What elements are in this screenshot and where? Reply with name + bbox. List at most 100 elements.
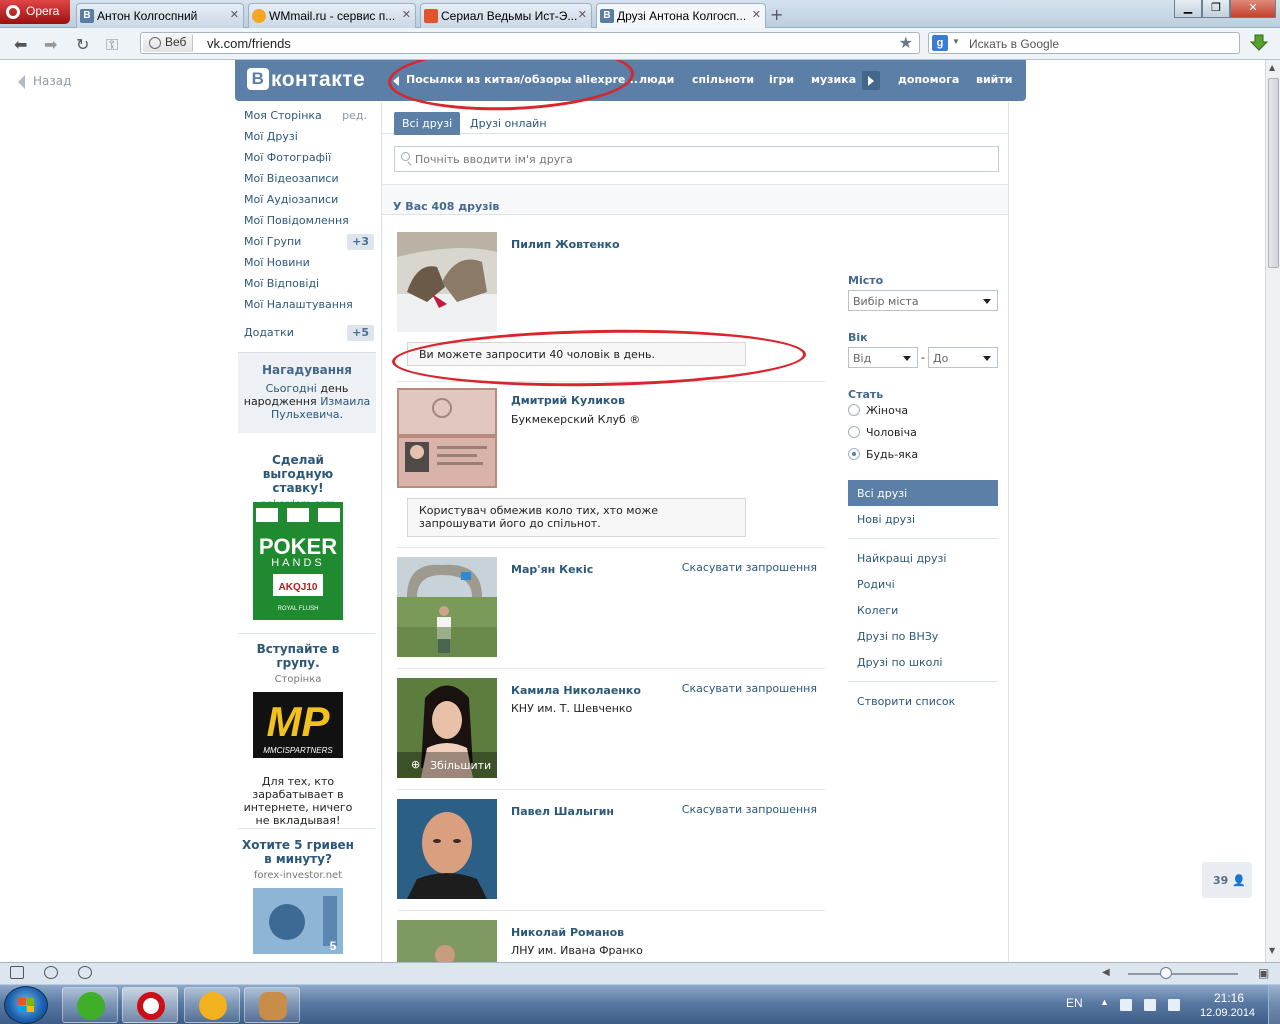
friend-name[interactable]: Павел Шалыгин [511,805,614,818]
friend-name[interactable]: Камила Николаенко [511,684,641,697]
gender-male-radio[interactable]: Чоловіча [848,426,917,439]
edit-link[interactable]: ред. [342,109,367,122]
new-tab-button[interactable]: + [770,5,783,24]
zoom-menu-icon[interactable]: ▣ [1258,966,1269,980]
ad-mmcis[interactable]: Вступайте в групу. Сторінка [238,642,358,685]
chat-button[interactable]: 39 👤 [1202,862,1252,898]
reload-icon[interactable]: ↻ [76,35,89,54]
vk-logo[interactable]: Вконтакте [247,68,365,92]
friend-photo[interactable] [397,799,497,899]
list-new-friends[interactable]: Нові друзі [848,506,998,532]
menu-my-settings[interactable]: Мої Налаштування [238,295,376,316]
today-link[interactable]: Сьогодні [266,382,317,395]
nav-communities[interactable]: спільноти [692,73,754,86]
friend-photo[interactable] [397,388,497,488]
tab-all-friends[interactable]: Всі друзі [394,112,461,135]
zoom-out-icon[interactable]: ◀ [1102,967,1110,978]
back-link[interactable]: Назад [18,74,71,89]
scroll-down-icon[interactable]: ▼ [1269,946,1275,955]
page-scrollbar[interactable]: ▲ ▼ [1265,60,1280,962]
list-school-friends[interactable]: Друзі по школі [848,649,998,675]
zoom-slider-knob[interactable] [1160,967,1172,979]
tab-2[interactable]: WMmail.ru - сервис п... ✕ [248,3,416,28]
ad-title[interactable]: Вступайте в групу. [238,642,358,670]
list-university-friends[interactable]: Друзі по ВНЗу [848,623,998,649]
url-text[interactable]: vk.com/friends [207,36,291,51]
clock-time[interactable]: 21:16 [1214,991,1244,1005]
cancel-invite-link[interactable]: Скасувати запрошення [682,561,817,574]
cancel-invite-link[interactable]: Скасувати запрошення [682,682,817,695]
menu-my-friends[interactable]: Мої Друзі [238,127,376,148]
google-icon[interactable]: g [932,35,948,51]
list-relatives[interactable]: Родичі [848,571,998,597]
start-button[interactable] [4,986,48,1024]
chevron-down-icon[interactable]: ▼ [952,37,960,46]
friend-photo[interactable] [397,232,497,332]
menu-my-videos[interactable]: Мої Відеозаписи [238,169,376,190]
friend-photo[interactable] [397,557,497,657]
tab-3[interactable]: Сериал Ведьмы Ист-Э... ✕ [420,3,592,28]
nav-games[interactable]: ігри [769,73,794,86]
poker-ad-image[interactable]: POKER HANDS AKQJ10 ROYAL FLUSH [253,502,343,620]
network-icon[interactable] [1144,999,1156,1011]
friend-name[interactable]: Дмитрий Куликов [511,394,625,407]
cancel-invite-link[interactable]: Скасувати запрошення [682,803,817,816]
minimize-button[interactable]: ▁ [1174,0,1202,18]
friend-search-input[interactable]: Почніть вводити ім'я друга [394,146,999,172]
close-tab-icon[interactable]: ✕ [402,8,411,21]
search-field[interactable]: g ▼ Искать в Google [928,32,1240,54]
menu-apps[interactable]: Додатки +5 [238,323,376,344]
menu-my-groups[interactable]: Мої Групи +3 [238,232,376,253]
gender-female-radio[interactable]: Жіноча [848,404,908,417]
age-to-select[interactable]: До [928,347,998,368]
list-all-friends[interactable]: Всі друзі [848,480,998,506]
menu-my-audio[interactable]: Мої Аудіозаписи [238,190,376,211]
friend-name[interactable]: Пилип Жовтенко [511,238,620,251]
close-window-button[interactable]: ✕ [1230,0,1276,18]
download-icon[interactable] [1249,33,1269,53]
volume-icon[interactable] [1168,999,1180,1011]
nav-logout[interactable]: вийти [976,73,1012,86]
nav-right-arrow-icon[interactable] [862,71,880,90]
city-select[interactable]: Вибір міста [848,290,998,311]
bookmark-star-icon[interactable]: ★ [899,33,913,53]
tab-4[interactable]: В Друзі Антона Колгосп... ✕ [596,3,766,28]
nav-help[interactable]: допомога [898,73,959,86]
forward-arrow-icon[interactable]: ➡ [44,35,57,54]
search-placeholder[interactable]: Искать в Google [969,37,1059,51]
nav-music[interactable]: музика [811,73,856,86]
mmcis-ad-image[interactable]: MP MMCISPARTNERS [253,692,343,758]
tab-friends-online[interactable]: Друзі онлайн [462,112,555,135]
list-best-friends[interactable]: Найкращі друзі [848,545,998,571]
zoom-slider[interactable] [1128,973,1238,975]
friend-name[interactable]: Мар'ян Кекіс [511,563,593,576]
photo-zoom-overlay[interactable]: ⊕ Збільшити [397,752,497,778]
flag-icon[interactable] [1120,999,1132,1011]
menu-my-news[interactable]: Мої Новини [238,253,376,274]
restore-button[interactable]: ❐ [1202,0,1230,18]
key-icon[interactable]: ⚿ [106,35,118,55]
scroll-up-icon[interactable]: ▲ [1269,63,1275,72]
gender-any-radio[interactable]: Будь-яка [848,448,918,461]
back-arrow-icon[interactable]: ⬅ [14,35,27,54]
language-indicator[interactable]: EN [1066,996,1083,1010]
menu-my-photos[interactable]: Мої Фотографії [238,148,376,169]
close-tab-icon[interactable]: ✕ [752,8,761,21]
nav-people[interactable]: люди [639,73,674,86]
ad-forex[interactable]: Хотите 5 гривен в минуту? forex-investor… [238,838,358,881]
menu-my-messages[interactable]: Мої Повідомлення [238,211,376,232]
show-hidden-icons[interactable]: ▲ [1100,997,1109,1007]
web-badge[interactable]: Веб [143,34,194,52]
speed-icon[interactable] [78,966,92,979]
list-colleagues[interactable]: Колеги [848,597,998,623]
show-desktop-button[interactable] [1268,985,1280,1024]
age-from-select[interactable]: Від [848,347,918,368]
opera-menu-button[interactable]: Opera [0,0,70,24]
menu-my-page[interactable]: Моя Сторінка ред. [238,106,376,127]
taskbar-paint[interactable] [244,987,300,1023]
close-tab-icon[interactable]: ✕ [578,8,587,21]
create-list-link[interactable]: Створити список [848,688,998,714]
friend-name[interactable]: Николай Романов [511,926,624,939]
panel-toggle-icon[interactable] [10,966,24,979]
address-field[interactable]: Веб vk.com/friends ★ [140,32,920,54]
